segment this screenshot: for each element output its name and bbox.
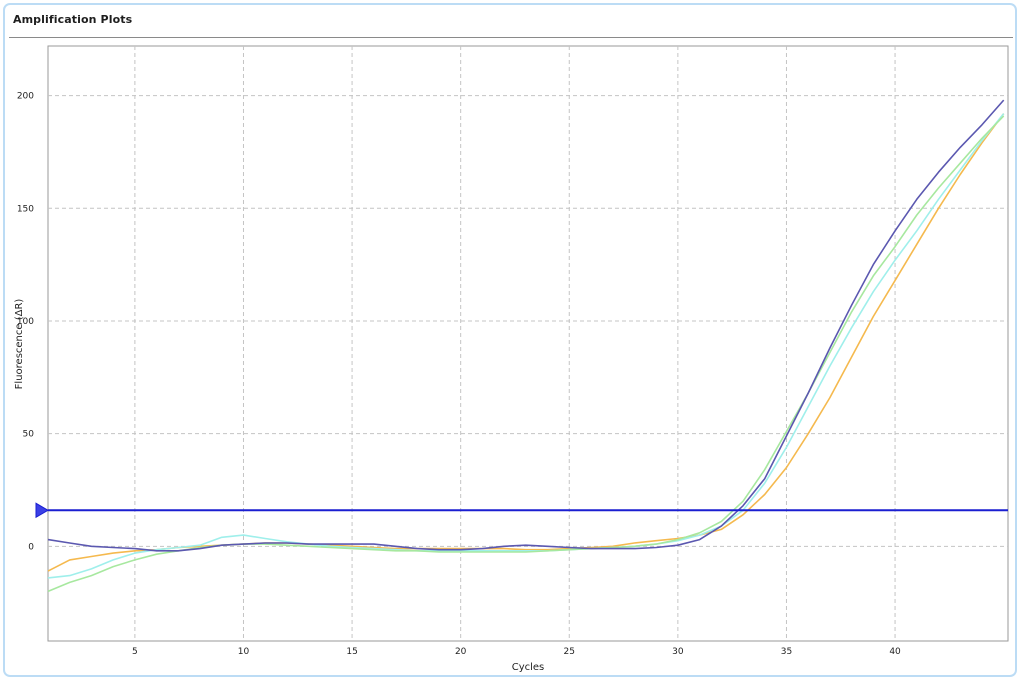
x-tick-label: 5 [132,647,138,657]
y-tick-label: 50 [23,430,35,440]
x-tick-label: 25 [564,647,575,657]
y-tick-label: 0 [28,542,34,552]
x-tick-label: 40 [889,647,901,657]
x-axis-label: Cycles [512,662,545,673]
y-axis-label: Fluorescence (ΔR) [14,299,25,390]
x-tick-label: 15 [346,647,357,657]
x-tick-label: 30 [672,647,684,657]
x-tick-label: 20 [455,647,467,657]
y-tick-label: 150 [17,204,34,214]
amplification-chart: 5 10 15 20 25 30 35 40050100150200 Cycles Fluor… [14,45,1009,673]
y-tick-label: 200 [17,92,34,102]
x-tick-label: 35 [781,647,792,657]
threshold-handle-icon[interactable] [35,502,49,519]
x-tick-label: 10 [238,647,250,657]
